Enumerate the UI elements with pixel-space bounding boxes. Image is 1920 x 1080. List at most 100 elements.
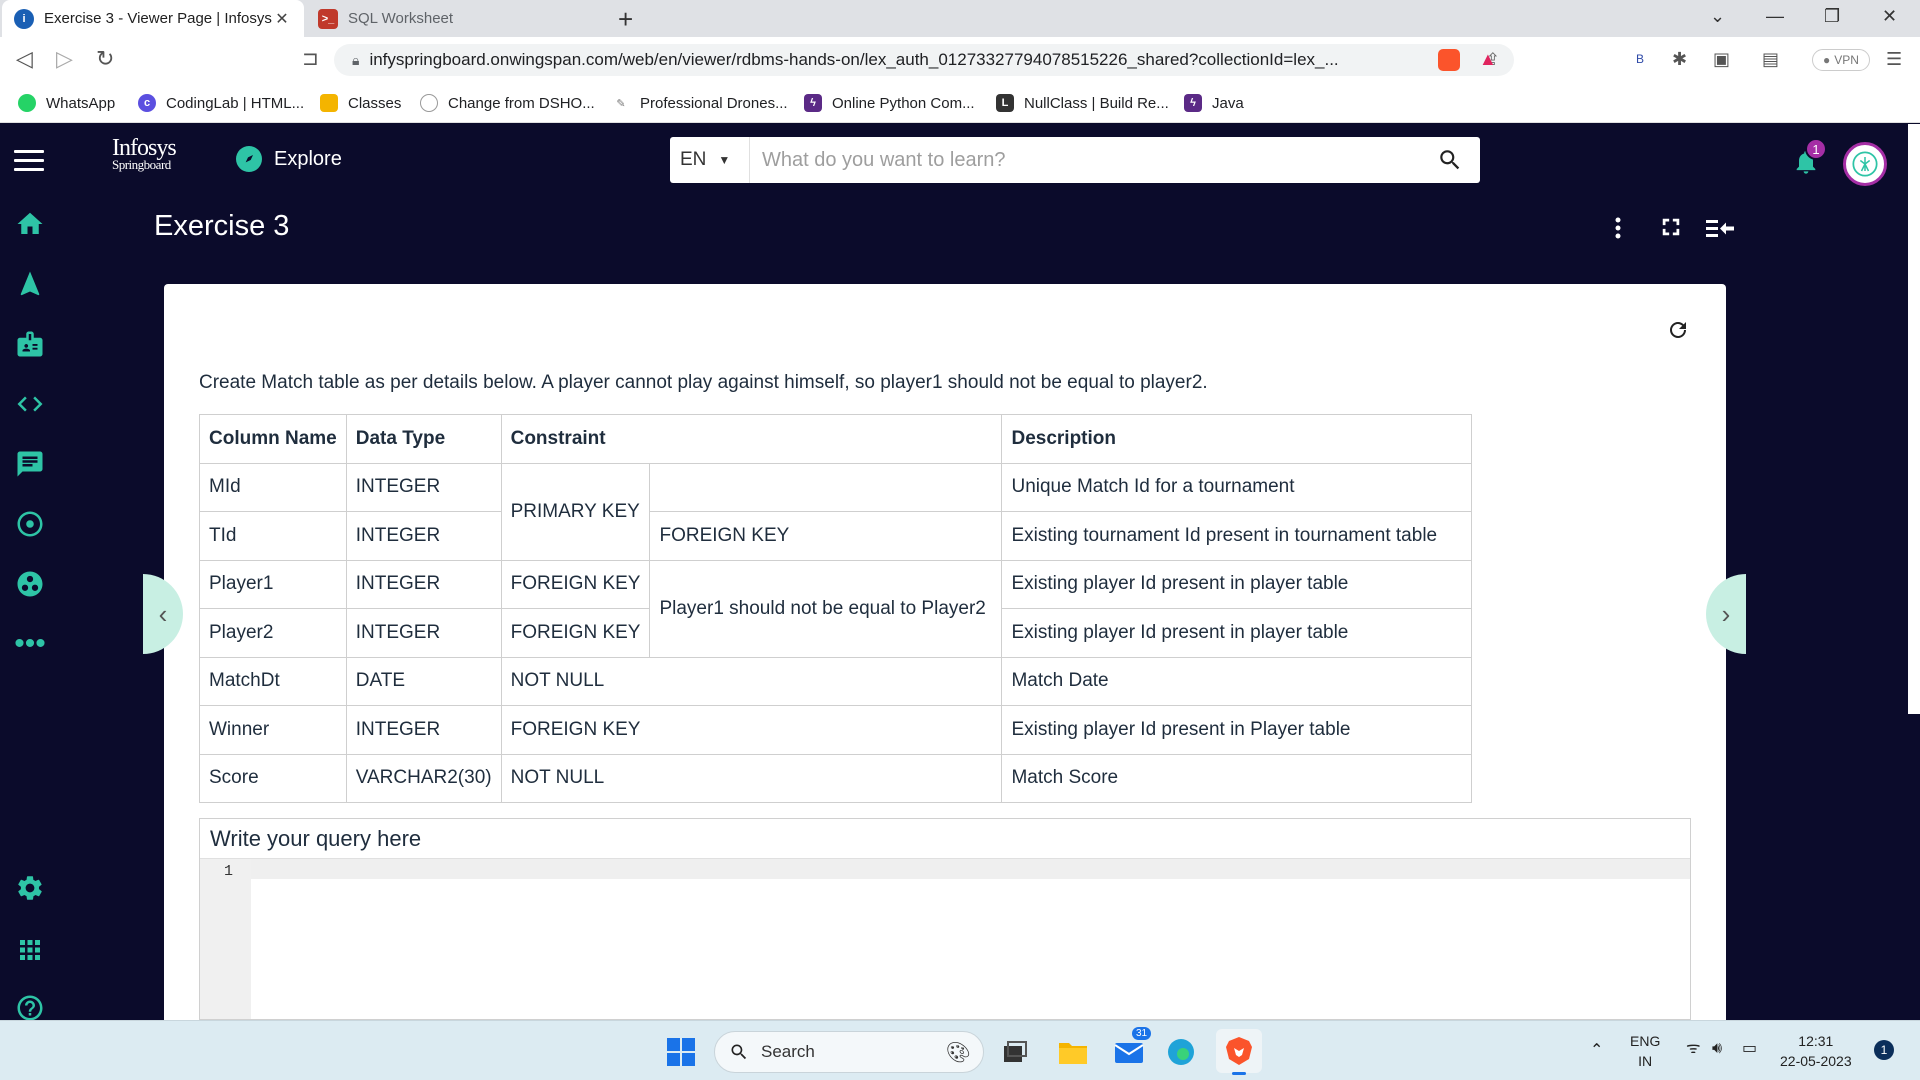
minimize-icon[interactable]: — [1766, 6, 1784, 27]
cell-column-name: Player2 [199, 608, 347, 658]
tab-search-chevron-icon[interactable]: ⌄ [1710, 6, 1725, 27]
browser-toolbar: ◁ ▷ ↻ ⊐ 🔒︎ infyspringboard.onwingspan.co… [0, 37, 1920, 83]
column-header: Description [1001, 414, 1473, 464]
table-row: Player1 INTEGER FOREIGN KEY Player1 shou… [199, 559, 1473, 658]
bookmark-online-python[interactable]: ϟ Online Python Com... [804, 83, 975, 123]
query-editor[interactable]: Write your query here 1 [199, 818, 1691, 1020]
back-icon[interactable]: ◁ [16, 46, 33, 72]
task-view-icon[interactable] [996, 1033, 1034, 1071]
address-bar[interactable]: 🔒︎ infyspringboard.onwingspan.com/web/en… [334, 44, 1514, 76]
new-tab-icon[interactable]: + [618, 4, 633, 35]
bookmark-java[interactable]: ϟ Java [1184, 83, 1244, 123]
edge-browser-icon[interactable] [1162, 1033, 1200, 1071]
clock[interactable]: 12:31 22-05-2023 [1780, 1031, 1852, 1071]
brave-shields-icon[interactable] [1438, 49, 1460, 71]
notification-count-badge: 1 [1805, 138, 1827, 160]
language-select[interactable]: EN ▼ [670, 137, 750, 183]
extensions-puzzle-icon[interactable]: ✱ [1672, 49, 1687, 70]
sidebar-icon[interactable]: ▣ [1713, 49, 1730, 70]
bookmark-codinglab[interactable]: c CodingLab | HTML... [138, 83, 304, 123]
home-icon[interactable] [10, 204, 50, 244]
brave-browser-icon[interactable] [1216, 1029, 1262, 1075]
column-header: Column Name [199, 414, 347, 464]
apps-grid-icon[interactable] [10, 930, 50, 970]
tab-title: SQL Worksheet [348, 10, 454, 27]
target-icon[interactable] [10, 504, 50, 544]
bookmark-nullclass[interactable]: L NullClass | Build Re... [996, 83, 1169, 123]
battery-icon[interactable]: ▭ [1742, 1039, 1757, 1059]
taskbar-search[interactable]: Search 🎨︎ [714, 1031, 984, 1073]
hamburger-menu-icon[interactable] [14, 150, 44, 177]
bookmark-classes[interactable]: Classes [320, 83, 401, 123]
notification-center-badge[interactable]: 1 [1874, 1040, 1894, 1060]
cell-description: Existing player Id present in player tab… [1001, 559, 1473, 609]
code-icon[interactable] [10, 384, 50, 424]
bookmark-label: CodingLab | HTML... [166, 94, 305, 112]
refresh-icon[interactable] [1666, 318, 1690, 347]
compass-icon [236, 146, 262, 172]
editor-gutter [200, 859, 251, 1019]
restore-icon[interactable]: ❐ [1824, 6, 1840, 27]
bookmark-icon[interactable]: ⊐ [302, 46, 319, 71]
bookmark-professional-drones[interactable]: ✎ Professional Drones... [612, 83, 788, 123]
search-bar: EN ▼ [670, 137, 1480, 183]
tab-exercise-3[interactable]: i Exercise 3 - Viewer Page | Infosys ✕ [2, 0, 304, 37]
settings-icon[interactable] [10, 868, 50, 908]
editor-current-line[interactable] [251, 859, 1690, 879]
github-icon [420, 94, 438, 112]
page-scrollbar[interactable] [1908, 124, 1920, 714]
fullscreen-icon[interactable] [1660, 216, 1682, 243]
caret-down-icon: ▼ [718, 153, 731, 167]
table-header-row: Column Name Data Type Constraint Descrip… [199, 414, 1473, 464]
bookmark-label: NullClass | Build Re... [1024, 94, 1169, 112]
explore-label: Explore [274, 147, 342, 170]
group-icon[interactable] [10, 564, 50, 604]
user-avatar[interactable] [1843, 142, 1887, 186]
search-highlight-icon: 🎨︎ [945, 1041, 971, 1064]
cell-data-type: INTEGER [345, 511, 502, 561]
browser-tab-strip: i Exercise 3 - Viewer Page | Infosys ✕ >… [0, 0, 1920, 37]
column-header: Data Type [345, 414, 502, 464]
reload-icon[interactable]: ↻ [96, 46, 114, 72]
bookmark-change-from-dsho[interactable]: Change from DSHO... [420, 83, 595, 123]
exercise-description: Create Match table as per details below.… [199, 372, 1208, 393]
wifi-icon[interactable]: ᯤ [1686, 1039, 1701, 1059]
brave-rewards-icon[interactable]: ▲ [1479, 49, 1497, 70]
navigation-arrow-icon[interactable] [10, 264, 50, 304]
menu-icon[interactable]: ☰ [1886, 49, 1902, 70]
forward-icon[interactable]: ▷ [56, 46, 73, 72]
explore-button[interactable]: Explore [236, 146, 342, 172]
bookmark-label: WhatsApp [46, 94, 116, 112]
badge-icon[interactable] [10, 324, 50, 364]
bookmark-whatsapp[interactable]: WhatsApp [18, 83, 115, 123]
table-row: MId INTEGER PRIMARY KEY Unique Match Id … [199, 462, 1473, 561]
bookmarks-bar: WhatsApp c CodingLab | HTML... Classes C… [0, 83, 1920, 123]
search-icon[interactable] [1420, 147, 1480, 173]
close-tab-icon[interactable]: ✕ [272, 9, 292, 29]
cell-check-constraint: Player1 should not be equal to Player2 [649, 559, 1003, 658]
file-explorer-icon[interactable] [1054, 1033, 1092, 1071]
language-indicator[interactable]: ENG IN [1630, 1031, 1660, 1071]
more-icon[interactable]: ••• [10, 624, 50, 664]
show-hidden-icons-chevron-icon[interactable]: ⌃ [1590, 1041, 1603, 1061]
cell-data-type: INTEGER [345, 705, 502, 755]
mail-icon[interactable]: 31 [1110, 1027, 1152, 1071]
clock-date: 22-05-2023 [1780, 1053, 1852, 1069]
windows-taskbar: Search 🎨︎ 31 ⌃ ENG IN ᯤ 🔊︎ ▭ 12:31 22-05… [0, 1020, 1920, 1080]
windows-start-icon[interactable] [662, 1033, 700, 1071]
infosys-springboard-logo[interactable]: Infosys Springboard [112, 136, 182, 180]
collapse-panel-icon[interactable] [1706, 218, 1734, 243]
search-input[interactable] [750, 138, 1420, 182]
cell-description: Existing player Id present in Player tab… [1001, 705, 1473, 755]
volume-icon[interactable]: 🔊︎ [1712, 1039, 1722, 1059]
tab-sql-worksheet[interactable]: >_ SQL Worksheet [306, 0, 604, 37]
cell-data-type: INTEGER [345, 559, 502, 609]
more-options-icon[interactable] [1614, 216, 1622, 245]
close-window-icon[interactable]: ✕ [1882, 6, 1897, 27]
cell-description: Existing tournament Id present in tourna… [1001, 511, 1473, 561]
bookmark-label: Professional Drones... [640, 94, 788, 112]
wallet-icon[interactable]: ▤ [1762, 49, 1779, 70]
extension-b-icon[interactable]: B [1636, 52, 1644, 66]
vpn-button[interactable]: ● VPN [1812, 49, 1870, 71]
chat-icon[interactable] [10, 444, 50, 484]
